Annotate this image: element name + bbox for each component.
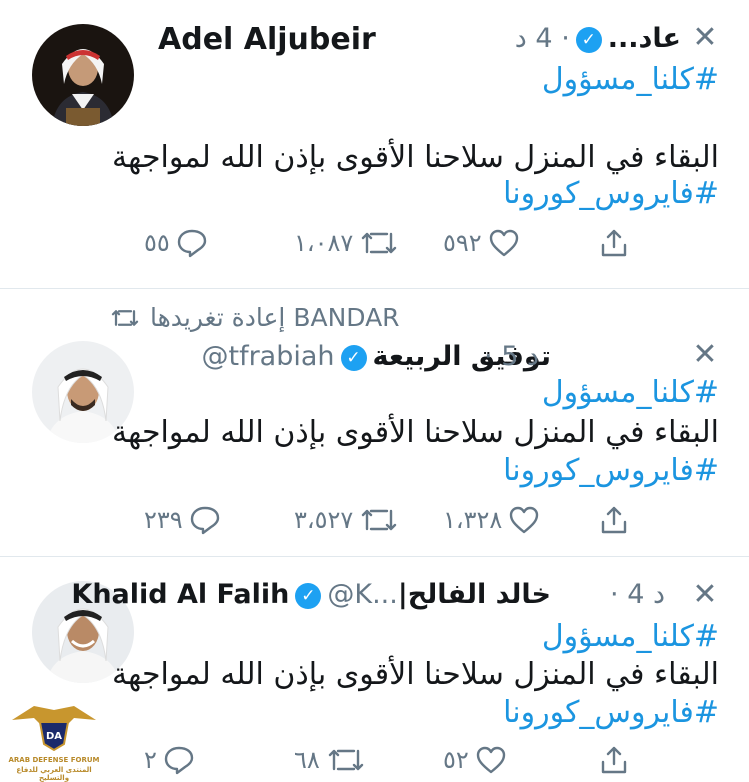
name-separator: | xyxy=(397,579,408,610)
retweet-icon xyxy=(111,309,139,326)
hashtag-link[interactable]: #فايروس_كورونا xyxy=(503,176,719,211)
hashtag-link[interactable]: #فايروس_كورونا xyxy=(503,453,719,488)
retweet-icon xyxy=(362,509,397,531)
like-button[interactable]: ٥٢ xyxy=(443,743,507,777)
tweet-time: 4 د xyxy=(514,23,553,54)
tweet-meta: خالد الفالح| Khalid Al Falih ✓ @K... xyxy=(71,579,551,610)
retweet-button[interactable]: ٣،٥٢٧ xyxy=(294,503,399,537)
like-count: ٥٩٢ xyxy=(443,229,482,257)
share-icon xyxy=(601,506,627,534)
retweet-count: ٣،٥٢٧ xyxy=(294,506,354,534)
reply-count: ٥٥ xyxy=(144,229,170,257)
reply-button[interactable]: ٢٣٩ xyxy=(144,503,221,537)
reply-icon xyxy=(190,506,219,535)
share-icon xyxy=(601,746,627,774)
tweet-time: 4 د xyxy=(627,579,665,610)
author-handle[interactable]: @K... xyxy=(327,579,397,610)
tweet-time-wrap: · 5 د xyxy=(484,341,539,372)
retweeted-by-label[interactable]: BANDAR إعادة تغريدها xyxy=(150,303,400,332)
retweet-icon xyxy=(362,232,397,254)
watermark-logo: DA ARAB DEFENSE FORUM المنتدى العربي للد… xyxy=(4,700,104,782)
retweet-count: ٦٨ xyxy=(294,746,320,774)
close-icon[interactable]: ✕ xyxy=(691,23,719,53)
svg-text:DA: DA xyxy=(46,731,62,742)
retweeted-by-context: BANDAR إعادة تغريدها xyxy=(110,303,400,332)
like-count: ١،٣٢٨ xyxy=(443,506,503,534)
reply-icon xyxy=(177,229,206,258)
separator: · xyxy=(610,579,619,610)
tweet-3[interactable]: خالد الفالح|Khalid Al Falih ✓ @K... · 4 د … xyxy=(0,557,749,782)
avatar[interactable] xyxy=(32,24,134,126)
verified-badge-icon: ✓ xyxy=(295,582,322,609)
tweet-time-wrap: · 4 د xyxy=(610,579,665,610)
retweet-count: ١،٠٨٧ xyxy=(294,229,354,257)
heart-icon xyxy=(510,506,539,534)
reply-button[interactable]: ٢ xyxy=(144,743,195,777)
reply-button[interactable]: ٥٥ xyxy=(144,226,208,260)
heart-icon xyxy=(489,229,518,257)
hashtag-link[interactable]: #كلنا_مسؤول xyxy=(542,62,719,97)
share-button[interactable] xyxy=(598,503,630,537)
reply-count: ٢ xyxy=(144,746,157,774)
like-button[interactable]: ١،٣٢٨ xyxy=(443,503,540,537)
tweet-text: البقاء في المنزل سلاحنا الأقوى بإذن الله… xyxy=(112,140,719,175)
heart-icon xyxy=(476,746,505,774)
author-latin-name[interactable]: Khalid Al Falih xyxy=(71,579,289,610)
author-latin-name[interactable]: Adel Aljubeir xyxy=(158,22,376,57)
retweet-button[interactable]: ٦٨ xyxy=(294,743,366,777)
reply-icon xyxy=(164,746,194,775)
hashtag-link[interactable]: #فايروس_كورونا xyxy=(503,695,719,730)
close-icon[interactable]: ✕ xyxy=(691,340,719,370)
tweet-time: 5 د xyxy=(501,341,539,372)
share-button[interactable] xyxy=(598,743,630,777)
like-count: ٥٢ xyxy=(443,746,469,774)
verified-badge-icon: ✓ xyxy=(575,26,602,53)
reply-count: ٢٣٩ xyxy=(144,506,183,534)
like-button[interactable]: ٥٩٢ xyxy=(443,226,520,260)
retweet-button[interactable]: ١،٠٨٧ xyxy=(294,226,399,260)
eagle-logo-icon: DA xyxy=(12,706,96,752)
author-handle[interactable]: @tfrabiah xyxy=(201,341,334,372)
tweet-2[interactable]: BANDAR إعادة تغريدها توفيق الربيعة✓@tfra… xyxy=(0,289,749,556)
hashtag-link[interactable]: #كلنا_مسؤول xyxy=(542,619,719,654)
tweet-meta: عاد...✓· 4 د xyxy=(515,23,681,54)
separator: · xyxy=(484,341,493,372)
close-icon[interactable]: ✕ xyxy=(691,580,719,610)
tweet-text: البقاء في المنزل سلاحنا الأقوى بإذن الله… xyxy=(112,415,719,450)
hashtag-link[interactable]: #كلنا_مسؤول xyxy=(542,375,719,410)
retweet-icon xyxy=(328,749,363,771)
separator: · xyxy=(561,23,570,54)
verified-badge-icon: ✓ xyxy=(340,344,367,371)
author-arabic-name[interactable]: عاد... xyxy=(608,23,681,54)
tweet-text: البقاء في المنزل سلاحنا الأقوى بإذن الله… xyxy=(112,657,719,692)
watermark-subtitle: المنتدى العربي للدفاع والتسليح xyxy=(16,766,92,782)
watermark-title: ARAB DEFENSE FORUM xyxy=(8,756,100,764)
share-button[interactable] xyxy=(598,226,630,260)
tweet-1[interactable]: Adel Aljubeir عاد...✓· 4 د ✕ #كلنا_مسؤول… xyxy=(0,0,749,288)
author-arabic-name[interactable]: خالد الفالح xyxy=(408,579,551,610)
share-icon xyxy=(601,229,627,257)
